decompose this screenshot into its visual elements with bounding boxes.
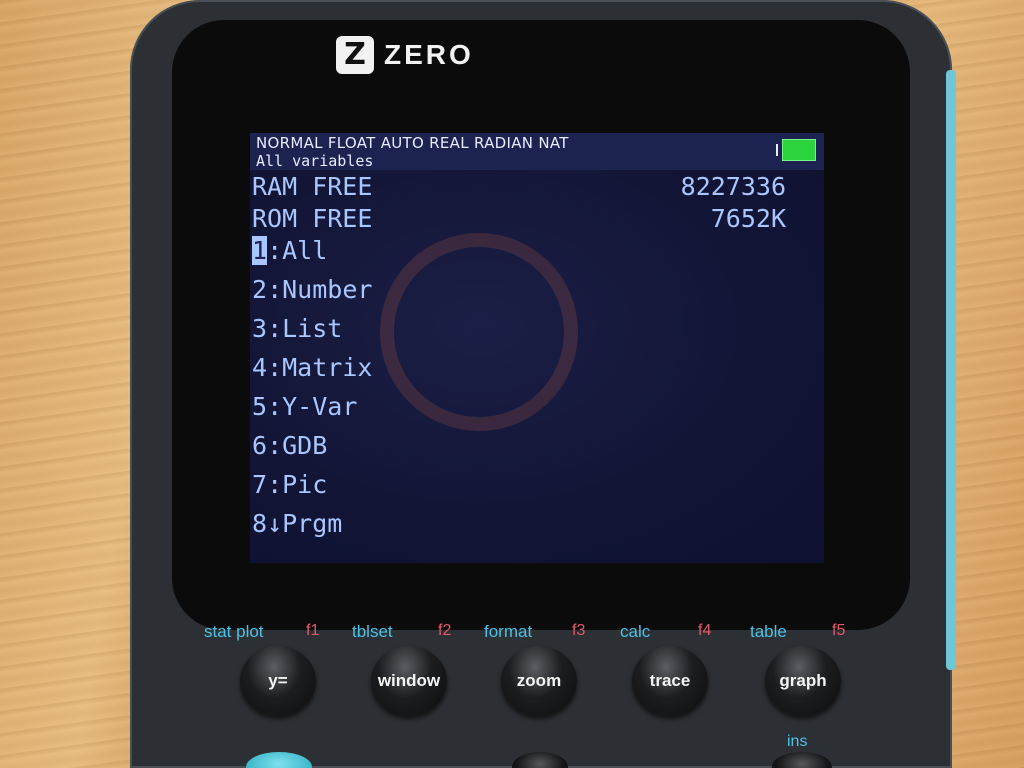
f2-label: f2 — [438, 622, 452, 639]
ram-free-label: RAM FREE — [252, 172, 373, 201]
menu-item-separator: : — [267, 236, 283, 265]
window-key[interactable]: window — [371, 646, 447, 716]
menu-item-number[interactable]: 2:Number — [252, 275, 372, 305]
menu-item-prgm[interactable]: 8↓Prgm — [252, 509, 342, 539]
screen-reflection — [380, 233, 578, 431]
f1-label: f1 — [306, 622, 320, 639]
menu-item-label: Matrix — [282, 353, 373, 382]
menu-item-separator: : — [267, 314, 283, 343]
battery-tip — [776, 144, 778, 156]
f4-label: f4 — [698, 622, 712, 639]
rom-free-row: ROM FREE 7652K — [252, 204, 786, 234]
status-bar: NORMAL FLOAT AUTO REAL RADIAN NAT All va… — [250, 133, 824, 170]
battery-level — [782, 139, 816, 161]
menu-item-number: 4 — [252, 353, 268, 382]
menu-item-separator: : — [267, 392, 283, 421]
f5-label: f5 — [832, 622, 846, 639]
ram-free-row: RAM FREE 8227336 — [252, 172, 786, 202]
menu-item-label: GDB — [282, 431, 328, 460]
menu-item-separator: : — [267, 431, 283, 460]
brand-logo: Z ZERO — [336, 36, 474, 74]
menu-item-number: 7 — [252, 470, 268, 499]
second-label-format: format — [484, 622, 533, 641]
menu-item-number: 8 — [252, 509, 268, 538]
second-label-calc: calc — [620, 622, 651, 641]
menu-item-y-var[interactable]: 5:Y-Var — [252, 392, 357, 422]
menu-item-number: 6 — [252, 431, 268, 460]
scroll-down-arrow-icon: ↓ — [267, 509, 283, 538]
brand-name: ZERO — [384, 39, 474, 70]
menu-item-all[interactable]: 1:All — [252, 236, 327, 266]
menu-item-number: 3 — [252, 314, 268, 343]
calculator-edge-accent — [946, 70, 956, 670]
second-label-tblset: tblset — [352, 622, 393, 641]
menu-item-label: Prgm — [282, 509, 343, 538]
menu-item-label: List — [282, 314, 343, 343]
menu-item-pic[interactable]: 7:Pic — [252, 470, 327, 500]
menu-item-gdb[interactable]: 6:GDB — [252, 431, 327, 461]
function-key-labels: stat plot f1 tblset f2 format f3 calc f4… — [0, 622, 1024, 646]
y-equals-key[interactable]: y= — [240, 646, 316, 716]
menu-item-label: Y-Var — [282, 392, 358, 421]
second-label-stat-plot: stat plot — [204, 622, 264, 641]
menu-item-number: 1 — [252, 236, 268, 265]
menu-item-separator: : — [267, 470, 283, 499]
graph-key[interactable]: graph — [765, 646, 841, 716]
menu-item-label: Number — [282, 275, 373, 304]
rom-free-label: ROM FREE — [252, 204, 373, 233]
logo-mark-icon: Z — [336, 36, 374, 74]
menu-item-label: All — [282, 236, 328, 265]
ram-free-value: 8227336 — [680, 172, 786, 201]
menu-item-separator: : — [267, 353, 283, 382]
zoom-key[interactable]: zoom — [501, 646, 577, 716]
f3-label: f3 — [572, 622, 586, 639]
menu-item-label: Pic — [282, 470, 328, 499]
menu-item-separator: : — [267, 275, 283, 304]
lcd-screen: NORMAL FLOAT AUTO REAL RADIAN NAT All va… — [250, 133, 824, 563]
trace-key[interactable]: trace — [632, 646, 708, 716]
menu-item-list[interactable]: 3:List — [252, 314, 342, 344]
menu-item-matrix[interactable]: 4:Matrix — [252, 353, 372, 383]
menu-item-number: 2 — [252, 275, 268, 304]
menu-item-number: 5 — [252, 392, 268, 421]
rom-free-value: 7652K — [710, 204, 786, 233]
mode-status-text: NORMAL FLOAT AUTO REAL RADIAN NAT — [256, 134, 569, 152]
screen-title: All variables — [256, 152, 374, 170]
battery-icon — [776, 139, 816, 161]
second-label-ins: ins — [787, 733, 808, 750]
second-label-table: table — [750, 622, 787, 641]
